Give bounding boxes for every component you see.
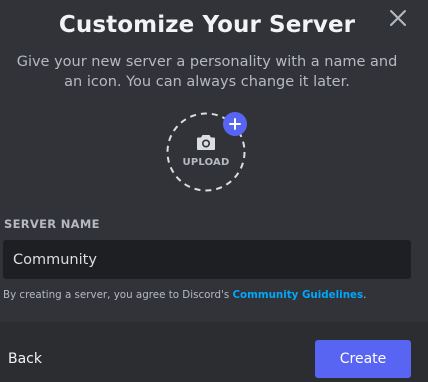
server-name-input[interactable] (3, 240, 411, 279)
modal-footer: Back Create (0, 322, 428, 382)
camera-icon (196, 134, 216, 155)
create-server-modal: Customize Your Server Give your new serv… (0, 0, 428, 382)
community-guidelines-link[interactable]: Community Guidelines (232, 289, 363, 301)
create-button[interactable]: Create (315, 340, 411, 378)
upload-label: UPLOAD (182, 157, 230, 168)
server-name-label: SERVER NAME (4, 217, 100, 231)
terms-prefix: By creating a server, you agree to Disco… (3, 289, 233, 301)
plus-icon (223, 112, 247, 136)
terms-text: By creating a server, you agree to Disco… (3, 289, 366, 301)
terms-suffix: . (363, 289, 367, 301)
upload-icon-button[interactable]: UPLOAD (166, 112, 247, 192)
modal-title: Customize Your Server (58, 12, 356, 38)
back-button[interactable]: Back (8, 351, 42, 367)
modal-subtitle: Give your new server a personality with … (16, 54, 398, 90)
